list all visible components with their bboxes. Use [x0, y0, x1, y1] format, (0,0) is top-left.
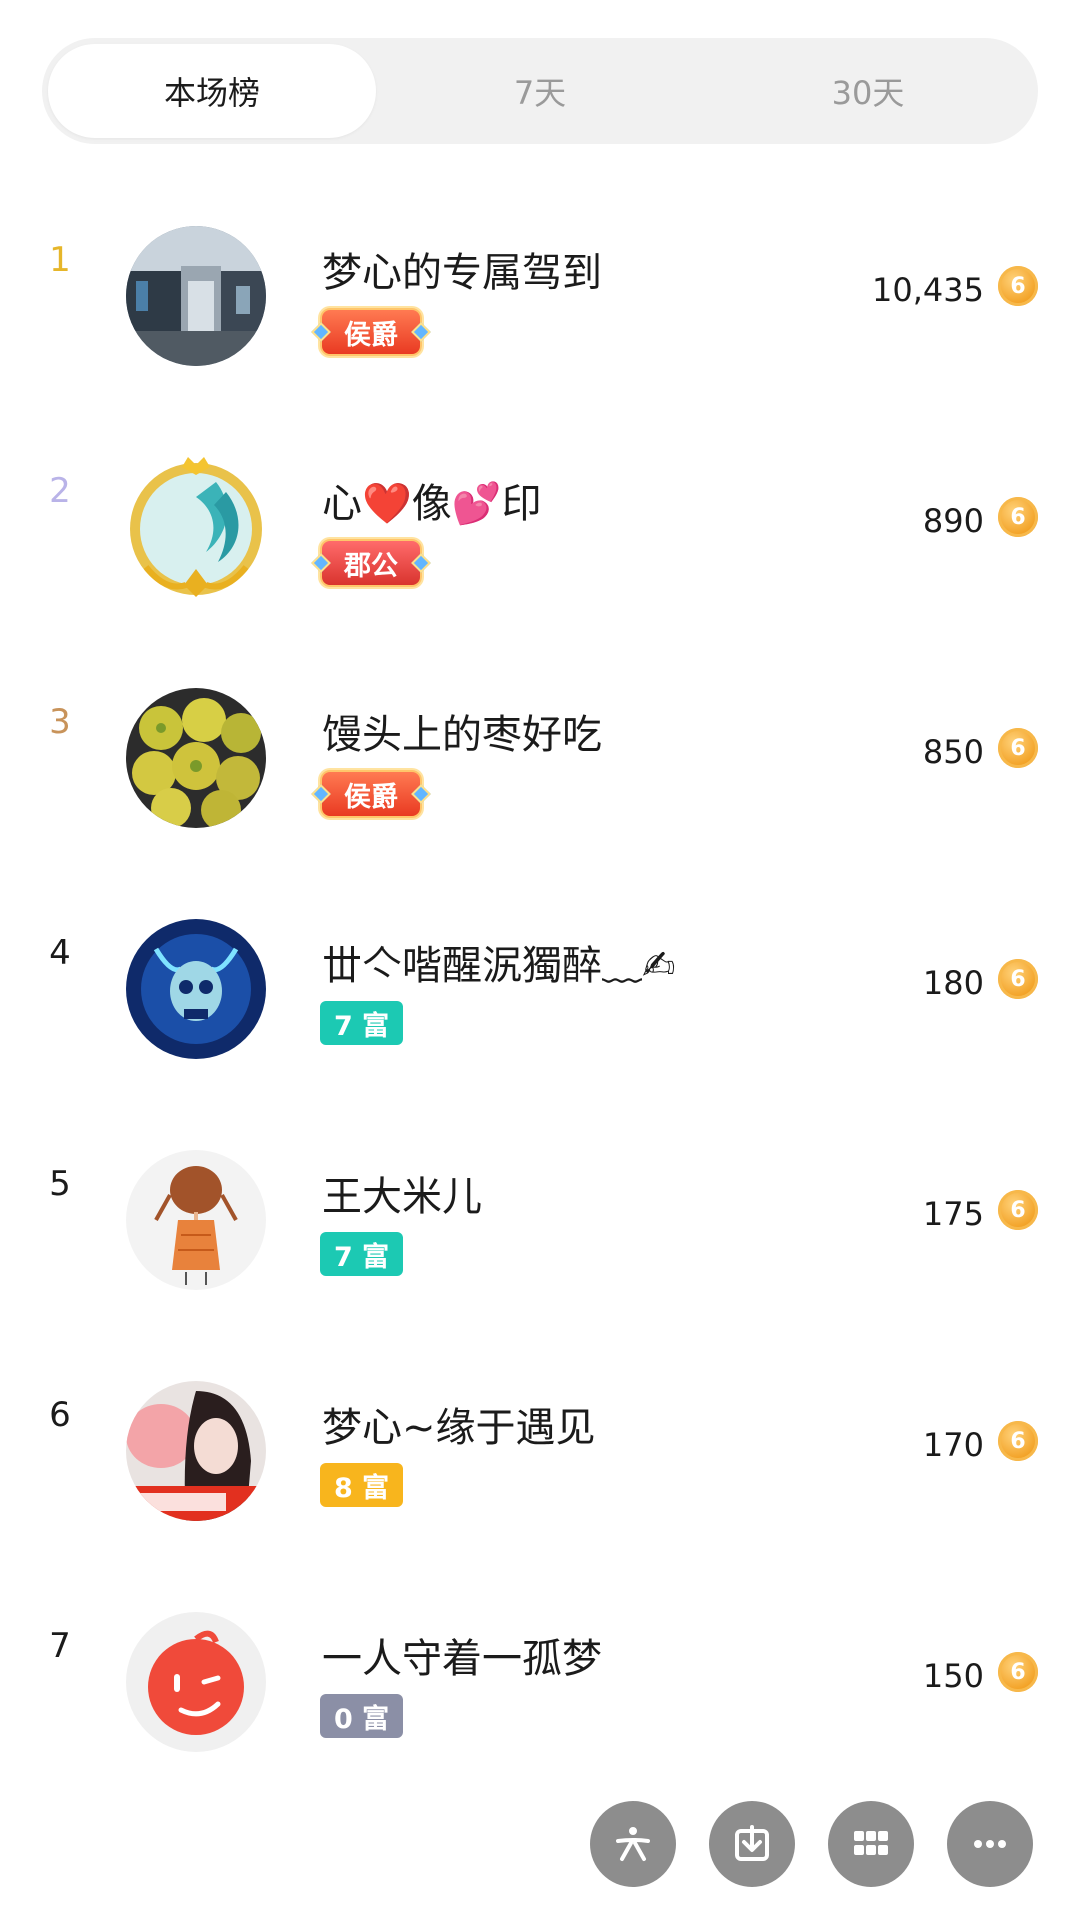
avatar[interactable] — [126, 919, 266, 1059]
coin-icon: 6 — [998, 1652, 1038, 1692]
woman-photo-avatar — [126, 1381, 266, 1521]
coin-icon: 6 — [998, 266, 1038, 306]
spark-button[interactable] — [590, 1801, 676, 1887]
rank-number: 2 — [49, 471, 71, 511]
list-item[interactable]: 5 王大米儿 7 富 175 6 — [0, 1106, 1080, 1337]
fruit-photo-avatar — [126, 688, 266, 828]
list-item[interactable]: 7 一人守着一孤梦 0 富 150 6 — [0, 1568, 1080, 1799]
user-name: 馒头上的枣好吃 — [322, 712, 602, 758]
avatar[interactable] — [126, 226, 266, 366]
user-name: 心❤️像💕印 — [322, 481, 542, 527]
wealth-level-badge: 7 富 — [320, 1232, 404, 1276]
score-value: 175 — [922, 1195, 984, 1233]
download-button[interactable] — [709, 1801, 795, 1887]
user-name: 丗亽喈醒泦獨醉﹏✍ — [322, 943, 676, 989]
rank-title-badge: 侯爵 — [320, 770, 422, 818]
list-item[interactable]: 4 丗亽喈醒泦獨醉﹏✍ 7 富 180 6 — [0, 875, 1080, 1106]
score-value: 180 — [922, 964, 984, 1002]
tab-this-session[interactable]: 本场榜 — [48, 44, 376, 138]
wealth-level-badge: 7 富 — [320, 1001, 404, 1045]
grid-icon — [854, 1831, 888, 1855]
ranking-page: 本场榜 7天 30天 1 梦心的专属驾到 侯爵 10,435 6 2 心❤️像💕… — [0, 0, 1080, 1920]
grid-button[interactable] — [828, 1801, 914, 1887]
list-item[interactable]: 6 梦心~缘于遇见 8 富 170 6 — [0, 1337, 1080, 1568]
tab-30-days[interactable]: 30天 — [704, 44, 1032, 138]
rank-number: 7 — [49, 1626, 71, 1666]
skull-art-avatar — [126, 919, 266, 1059]
rank-number: 3 — [49, 702, 71, 742]
rank-title-badge: 侯爵 — [320, 308, 422, 356]
coin-icon: 6 — [998, 1190, 1038, 1230]
user-name: 梦心的专属驾到 — [322, 250, 602, 296]
ranking-list: 1 梦心的专属驾到 侯爵 10,435 6 2 心❤️像💕印 郡公 890 6 … — [0, 182, 1080, 1799]
rank-number: 6 — [49, 1395, 71, 1435]
wealth-level-badge: 0 富 — [320, 1694, 404, 1738]
user-name: 一人守着一孤梦 — [322, 1636, 602, 1682]
download-icon — [735, 1825, 769, 1861]
score-value: 850 — [922, 733, 984, 771]
avatar[interactable] — [126, 457, 266, 597]
score-value: 10,435 — [872, 271, 984, 309]
list-item[interactable]: 1 梦心的专属驾到 侯爵 10,435 6 — [0, 182, 1080, 413]
user-name: 王大米儿 — [322, 1174, 482, 1220]
tab-7-days[interactable]: 7天 — [376, 44, 704, 138]
more-button[interactable] — [947, 1801, 1033, 1887]
red-wink-face-avatar — [126, 1612, 266, 1752]
score-value: 890 — [922, 502, 984, 540]
coin-icon: 6 — [998, 728, 1038, 768]
more-icon — [974, 1840, 1006, 1848]
coin-icon: 6 — [998, 1421, 1038, 1461]
coin-icon: 6 — [998, 959, 1038, 999]
coin-icon: 6 — [998, 497, 1038, 537]
avatar[interactable] — [126, 1150, 266, 1290]
score-value: 150 — [922, 1657, 984, 1695]
period-tabs: 本场榜 7天 30天 — [42, 38, 1038, 144]
gold-frame-dragon-avatar — [130, 457, 262, 597]
rank-number: 5 — [49, 1164, 71, 1204]
wealth-level-badge: 8 富 — [320, 1463, 404, 1507]
list-item[interactable]: 3 馒头上的枣好吃 侯爵 850 6 — [0, 644, 1080, 875]
user-name: 梦心~缘于遇见 — [322, 1405, 596, 1451]
rank-title-badge: 郡公 — [320, 539, 422, 587]
girl-drawing-avatar — [126, 1150, 266, 1290]
avatar[interactable] — [126, 688, 266, 828]
avatar[interactable] — [126, 1381, 266, 1521]
mall-photo-avatar — [126, 226, 266, 366]
rank-number: 4 — [49, 933, 71, 973]
spark-icon — [616, 1827, 650, 1861]
avatar[interactable] — [126, 1612, 266, 1752]
rank-number: 1 — [49, 240, 71, 280]
list-item[interactable]: 2 心❤️像💕印 郡公 890 6 — [0, 413, 1080, 644]
score-value: 170 — [922, 1426, 984, 1464]
